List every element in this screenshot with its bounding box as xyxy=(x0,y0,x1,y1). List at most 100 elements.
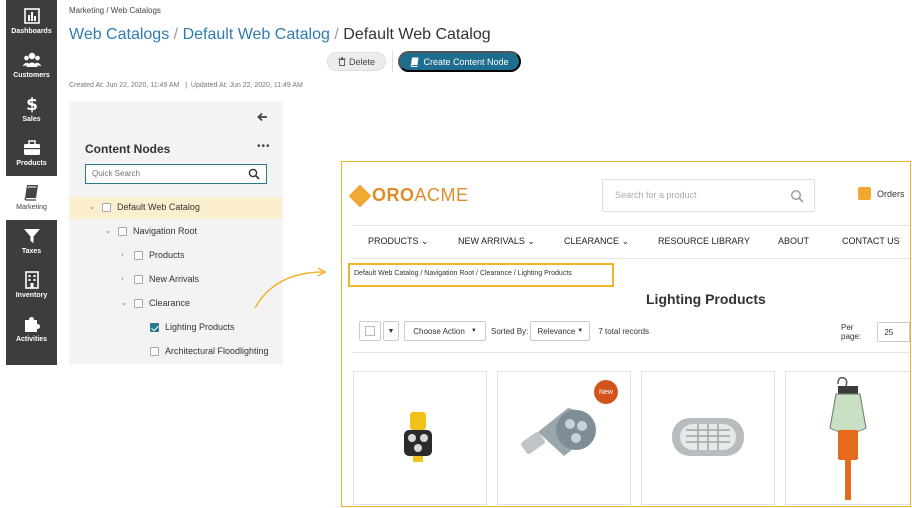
caret-down-icon: ▼ xyxy=(577,328,584,334)
tree-node-label: Navigation Root xyxy=(133,226,198,236)
total-records: 7 total records xyxy=(598,326,650,336)
menu-label: CLEARANCE xyxy=(564,236,620,246)
per-page-select[interactable]: 25 xyxy=(877,322,910,342)
chevron-down-icon[interactable]: ⌄ xyxy=(89,202,96,211)
menu-label: NEW ARRIVALS xyxy=(458,236,525,246)
tree-node-default-web-catalog[interactable]: ⌄ Default Web Catalog xyxy=(69,197,283,219)
divider xyxy=(352,352,910,353)
choose-action-label: Choose Action xyxy=(413,326,465,336)
sidebar-item-label: Activities xyxy=(15,336,48,343)
sidebar-item-sales[interactable]: $ Sales xyxy=(6,88,57,132)
store-search-field[interactable]: Search for a product xyxy=(602,179,815,212)
main-sidebar: Dashboards Customers $ Sales Products Ma… xyxy=(6,0,57,365)
sort-value: Relevance xyxy=(537,326,576,336)
sidebar-item-inventory[interactable]: Inventory xyxy=(6,264,57,308)
tree-node-navigation-root[interactable]: ⌄ Navigation Root xyxy=(69,221,283,243)
app-root: Dashboards Customers $ Sales Products Ma… xyxy=(0,0,912,508)
breadcrumb-link-web-catalogs[interactable]: Web Catalogs xyxy=(69,26,169,43)
bar-chart-icon xyxy=(23,8,40,24)
tree-node-lighting-products[interactable]: Lighting Products xyxy=(69,317,283,339)
sorted-by-label: Sorted By: xyxy=(491,326,529,336)
logo-text: ORO xyxy=(372,185,415,205)
sidebar-item-label: Inventory xyxy=(15,292,48,299)
flashlight-image xyxy=(404,412,432,462)
sidebar-item-products[interactable]: Products xyxy=(6,132,57,176)
panel-title: Content Nodes xyxy=(85,142,171,156)
sidebar-item-marketing[interactable]: Marketing xyxy=(6,176,57,220)
sidebar-item-taxes[interactable]: Taxes xyxy=(6,220,57,264)
orders-link[interactable]: Orders xyxy=(858,187,905,200)
menu-item-resource-library[interactable]: RESOURCE LIBRARY xyxy=(658,236,778,247)
tree-node-label: Architectural Floodlighting xyxy=(165,346,269,356)
tree-checkbox-checked[interactable] xyxy=(150,323,159,332)
sidebar-item-label: Customers xyxy=(13,72,50,79)
logo-text: ACME xyxy=(414,185,469,205)
quick-search-field[interactable] xyxy=(85,164,267,184)
tree-checkbox[interactable] xyxy=(150,347,159,356)
title-current: Default Web Catalog xyxy=(343,26,491,43)
menu-item-products[interactable]: PRODUCTS ⌄ xyxy=(368,236,458,247)
choose-action-dropdown[interactable]: Choose Action ▼ xyxy=(404,321,486,341)
title-separator: / xyxy=(334,26,339,43)
menu-item-contact-us[interactable]: CONTACT US xyxy=(842,236,900,247)
tree-checkbox[interactable] xyxy=(118,227,127,236)
chevron-right-icon[interactable]: › xyxy=(121,274,124,283)
filter-icon xyxy=(23,229,40,243)
menu-item-new-arrivals[interactable]: NEW ARRIVALS ⌄ xyxy=(458,236,564,247)
title-separator: / xyxy=(173,26,179,43)
store-logo[interactable]: ORO ACME xyxy=(348,184,469,207)
product-card[interactable] xyxy=(785,371,910,505)
tree-checkbox[interactable] xyxy=(134,299,143,308)
tree-node-label: Default Web Catalog xyxy=(117,202,200,212)
product-card[interactable] xyxy=(641,371,775,505)
search-icon[interactable] xyxy=(248,168,260,180)
sidebar-item-customers[interactable]: Customers xyxy=(6,44,57,88)
chevron-down-icon[interactable]: ⌄ xyxy=(105,226,112,235)
orders-label: Orders xyxy=(877,188,905,199)
sidebar-item-dashboards[interactable]: Dashboards xyxy=(6,0,57,44)
more-actions-icon[interactable]: ••• xyxy=(257,141,271,152)
create-content-node-button[interactable]: Create Content Node xyxy=(398,51,521,72)
breadcrumb-link-default-web-catalog[interactable]: Default Web Catalog xyxy=(183,26,330,43)
tree-checkbox[interactable] xyxy=(102,203,111,212)
search-icon[interactable] xyxy=(790,189,804,203)
record-meta: Created At: Jun 22, 2020, 11:49 AM | Upd… xyxy=(69,82,303,89)
menu-item-about[interactable]: ABOUT xyxy=(778,236,842,247)
arrow-left-icon[interactable] xyxy=(257,111,269,123)
create-content-node-label: Create Content Node xyxy=(423,56,509,67)
logo-mark-icon xyxy=(348,184,372,207)
bulkhead-light-image xyxy=(672,418,744,456)
caret-down-icon: ▼ xyxy=(470,328,477,334)
users-icon xyxy=(22,52,41,67)
store-main-menu: PRODUCTS ⌄ NEW ARRIVALS ⌄ CLEARANCE ⌄ RE… xyxy=(368,236,900,247)
svg-text:$: $ xyxy=(26,95,38,114)
delete-button[interactable]: Delete xyxy=(327,52,386,71)
tree-checkbox[interactable] xyxy=(134,251,143,260)
book-icon xyxy=(411,57,419,67)
select-all-checkbox[interactable] xyxy=(359,321,381,341)
work-light-image xyxy=(829,376,867,500)
menu-item-clearance[interactable]: CLEARANCE ⌄ xyxy=(564,236,658,247)
store-breadcrumb[interactable]: Default Web Catalog / Navigation Root / … xyxy=(348,263,614,287)
connector-arrow-icon xyxy=(254,267,327,309)
sidebar-item-label: Taxes xyxy=(21,248,42,255)
book-icon xyxy=(23,185,38,201)
select-all-dropdown[interactable]: ▼ xyxy=(383,321,399,341)
dollar-icon: $ xyxy=(26,95,38,114)
puzzle-icon xyxy=(24,317,40,332)
chevron-right-icon[interactable]: › xyxy=(121,250,124,259)
divider xyxy=(352,225,910,226)
tree-checkbox[interactable] xyxy=(134,275,143,284)
sidebar-item-label: Products xyxy=(16,160,47,167)
product-card[interactable]: New xyxy=(497,371,631,505)
divider xyxy=(352,258,910,259)
chevron-down-icon[interactable]: ⌄ xyxy=(121,298,128,307)
briefcase-icon xyxy=(23,140,40,155)
tree-node-architectural-floodlighting[interactable]: Architectural Floodlighting xyxy=(69,341,283,363)
product-card[interactable] xyxy=(353,371,487,505)
sidebar-item-activities[interactable]: Activities xyxy=(6,308,57,352)
header-divider xyxy=(392,50,393,72)
sort-dropdown[interactable]: Relevance ▼ xyxy=(530,321,591,341)
trash-icon xyxy=(338,57,346,66)
quick-search-input[interactable] xyxy=(92,169,242,178)
